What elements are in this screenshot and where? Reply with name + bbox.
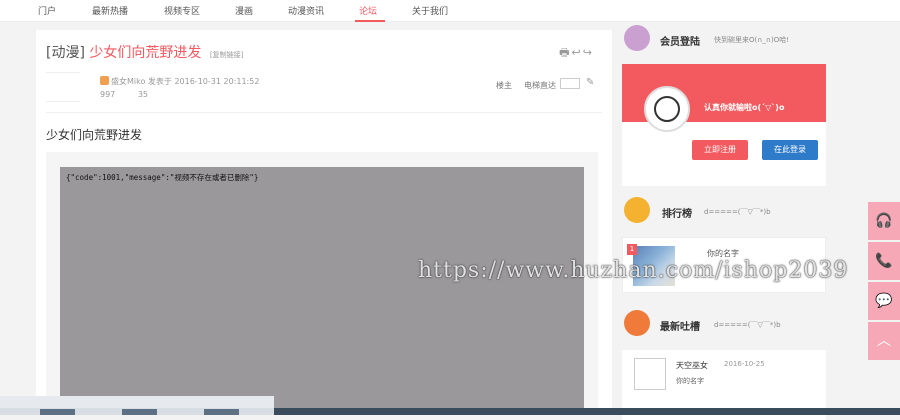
post-title: [动漫] 少女们向荒野进发 [复制链接]	[46, 42, 243, 62]
player-error-message: {"code":1001,"message":"视频不存在或者已删除"}	[66, 173, 259, 182]
views-count: 997	[100, 90, 116, 99]
post-meta: 盛女Miko 发表于 2016-10-31 20:11:52	[100, 76, 259, 87]
login-section-title: 会员登陆	[660, 37, 700, 48]
taskbar	[0, 396, 900, 415]
phone-icon[interactable]: 📞	[868, 242, 900, 280]
tucao-icon	[624, 310, 650, 336]
nav-item-portal[interactable]: 门户	[38, 4, 56, 17]
headset-icon[interactable]: 🎧	[868, 202, 900, 240]
author-date: 盛女Miko 发表于 2016-10-31 20:11:52	[111, 77, 260, 86]
author-avatar[interactable]	[46, 72, 80, 102]
wechat-icon[interactable]: 💬	[868, 282, 900, 320]
tucao-text: 你的名字	[676, 377, 704, 385]
login-slogan: 认真你就输啦o(´▽`)o	[704, 103, 785, 112]
login-button[interactable]: 在此登录	[762, 140, 818, 160]
jump-label: 电梯直达	[524, 81, 556, 90]
nav-item-video[interactable]: 视频专区	[164, 4, 200, 17]
user-icon	[100, 76, 109, 85]
default-avatar-icon	[644, 86, 690, 132]
nav-item-about[interactable]: 关于我们	[412, 4, 448, 17]
taskbar-app[interactable]	[122, 409, 157, 415]
post-subject: 少女们向荒野进发	[46, 128, 143, 142]
jump-go-icon[interactable]: ✎	[586, 77, 594, 88]
tucao-user[interactable]: 天空巫女	[676, 360, 708, 371]
rank-icon	[624, 197, 650, 223]
replies-count: 35	[137, 90, 149, 99]
taskbar-popup	[0, 396, 274, 408]
nav-item-comic[interactable]: 漫画	[235, 4, 253, 17]
rank-section-subtitle: d=====(￣▽￣*)b	[704, 208, 771, 216]
register-button[interactable]: 立即注册	[692, 140, 748, 160]
tucao-section-subtitle: d=====(￣▽￣*)b	[714, 321, 781, 329]
nav-item-news[interactable]: 动漫资讯	[288, 4, 324, 17]
post-panel: [动漫] 少女们向荒野进发 [复制链接] 🖶↩↪ 盛女Miko 发表于 2016…	[36, 30, 612, 415]
post-title-text: 少女们向荒野进发	[89, 45, 202, 61]
video-player[interactable]: {"code":1001,"message":"视频不存在或者已删除"}	[60, 167, 584, 415]
post-category[interactable]: [动漫]	[46, 45, 85, 61]
member-avatar-icon	[624, 25, 650, 51]
tucao-date: 2016-10-25	[724, 360, 765, 368]
divider	[46, 112, 602, 113]
nav-item-forum[interactable]: 论坛	[359, 4, 377, 17]
login-section-subtitle: 快到碗里来O(∩_∩)O哈!	[714, 36, 790, 44]
rank-badge: 1	[627, 244, 637, 255]
login-card: 认真你就输啦o(´▽`)o	[622, 64, 826, 186]
nav-item-hot[interactable]: 最新热播	[92, 4, 128, 17]
taskbar-app[interactable]	[40, 409, 75, 415]
nav-active-underline	[355, 20, 385, 22]
copy-link[interactable]: [复制链接]	[210, 51, 243, 59]
watermark: https://www.huzhan.com/ishop2039	[418, 258, 849, 283]
top-nav: 门户 最新热播 视频专区 漫画 动漫资讯 论坛 关于我们	[0, 0, 900, 22]
post-tools[interactable]: 🖶↩↪	[559, 44, 594, 63]
player-container: {"code":1001,"message":"视频不存在或者已删除"}	[46, 152, 598, 415]
post-stats: 997 35	[100, 90, 148, 99]
tucao-avatar	[634, 358, 666, 390]
jump-floor-input[interactable]	[560, 78, 580, 89]
owner-label[interactable]: 楼主	[496, 80, 512, 91]
tucao-section-title: 最新吐槽	[660, 322, 700, 333]
rank-section-title: 排行榜	[662, 209, 692, 220]
back-to-top-icon[interactable]: ︿	[868, 322, 900, 360]
taskbar-app[interactable]	[204, 409, 239, 415]
